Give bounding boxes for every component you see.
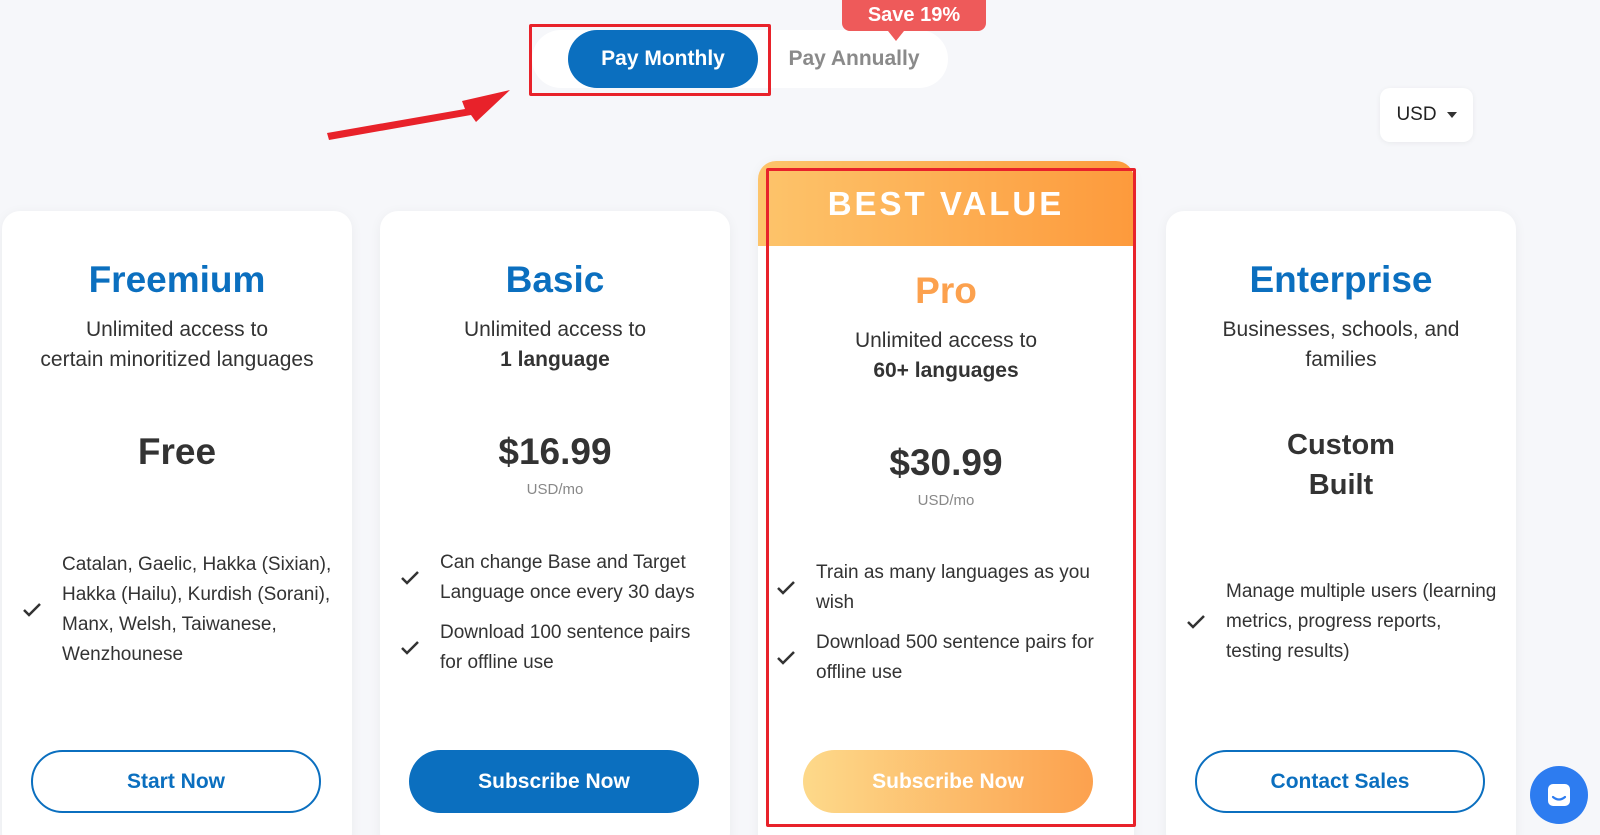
- feature-list: Can change Base and Target Language once…: [400, 548, 712, 688]
- feature-item: Train as many languages as you wish: [776, 558, 1116, 618]
- feature-text: Can change Base and Target Language once…: [440, 552, 695, 603]
- plan-description-line: 60+ languages: [873, 359, 1019, 382]
- feature-item: Download 100 sentence pairs for offline …: [400, 618, 712, 678]
- plan-description-line: families: [1305, 348, 1377, 371]
- plan-price-unit: USD/mo: [526, 481, 584, 498]
- plan-card-freemium: Freemium Unlimited access to certain min…: [2, 211, 352, 835]
- subscribe-now-button[interactable]: Subscribe Now: [409, 750, 699, 813]
- plan-description-line: Unlimited access to: [85, 318, 269, 341]
- plan-description: Unlimited access to 60+ languages: [758, 326, 1134, 386]
- chat-launcher-button[interactable]: [1530, 766, 1588, 824]
- plan-description-line: Unlimited access to: [463, 318, 647, 341]
- check-icon: [776, 580, 806, 596]
- plan-price: $30.99: [889, 442, 1003, 483]
- save-badge: Save 19%: [842, 0, 986, 41]
- plan-description: Businesses, schools, and families: [1166, 315, 1516, 375]
- plan-description: Unlimited access to certain minoritized …: [2, 315, 352, 375]
- subscribe-now-button[interactable]: Subscribe Now: [803, 750, 1093, 813]
- plan-card-basic: Basic Unlimited access to 1 language $16…: [380, 211, 730, 835]
- start-now-button[interactable]: Start Now: [31, 750, 321, 813]
- check-icon: [776, 650, 806, 666]
- plan-title: Enterprise: [1249, 259, 1433, 300]
- feature-item: Can change Base and Target Language once…: [400, 548, 712, 608]
- plan-description-line: 1 language: [500, 348, 610, 371]
- feature-list: Manage multiple users (learning metrics,…: [1186, 577, 1498, 677]
- plan-price: Custom Built: [1166, 425, 1516, 505]
- feature-text: Download 100 sentence pairs for offline …: [440, 622, 691, 673]
- annotation-arrow-icon: [327, 90, 510, 140]
- pay-annually-button[interactable]: Pay Annually: [770, 30, 938, 88]
- plan-description-line: certain minoritized languages: [40, 348, 314, 371]
- plan-price-unit: USD/mo: [917, 492, 975, 509]
- feature-text: Train as many languages as you wish: [816, 562, 1090, 613]
- plan-price: $16.99: [498, 431, 612, 472]
- plan-title: Freemium: [88, 259, 266, 300]
- feature-item: Catalan, Gaelic, Hakka (Sixian), Hakka (…: [22, 550, 334, 670]
- check-icon: [400, 640, 430, 656]
- feature-list: Train as many languages as you wish Down…: [776, 558, 1116, 698]
- contact-sales-button[interactable]: Contact Sales: [1195, 750, 1485, 813]
- best-value-banner: BEST VALUE: [758, 161, 1134, 246]
- feature-list: Catalan, Gaelic, Hakka (Sixian), Hakka (…: [22, 550, 334, 680]
- currency-label: USD: [1396, 104, 1437, 125]
- plan-card-pro: BEST VALUE Pro Unlimited access to 60+ l…: [758, 161, 1134, 835]
- chat-icon: [1548, 784, 1570, 806]
- plan-title: Pro: [915, 270, 977, 311]
- feature-item: Download 500 sentence pairs for offline …: [776, 628, 1116, 688]
- check-icon: [22, 602, 52, 618]
- plan-title: Basic: [505, 259, 605, 300]
- plan-card-enterprise: Enterprise Businesses, schools, and fami…: [1166, 211, 1516, 835]
- plan-price-line: Built: [1308, 469, 1374, 501]
- annotation-highlight-box: [529, 24, 771, 96]
- plan-description-line: Unlimited access to: [854, 329, 1038, 352]
- plan-description-line: Businesses, schools, and: [1222, 318, 1460, 341]
- plan-description: Unlimited access to 1 language: [380, 315, 730, 375]
- feature-item: Manage multiple users (learning metrics,…: [1186, 577, 1498, 667]
- plan-price: Free: [137, 431, 217, 472]
- feature-text: Download 500 sentence pairs for offline …: [816, 632, 1094, 683]
- plan-price-line: Custom: [1287, 429, 1395, 461]
- feature-text: Manage multiple users (learning metrics,…: [1226, 581, 1497, 662]
- check-icon: [1186, 614, 1216, 630]
- caret-down-icon: [1446, 112, 1457, 118]
- check-icon: [400, 570, 430, 586]
- currency-select[interactable]: USD: [1380, 88, 1473, 142]
- feature-text: Catalan, Gaelic, Hakka (Sixian), Hakka (…: [62, 554, 332, 665]
